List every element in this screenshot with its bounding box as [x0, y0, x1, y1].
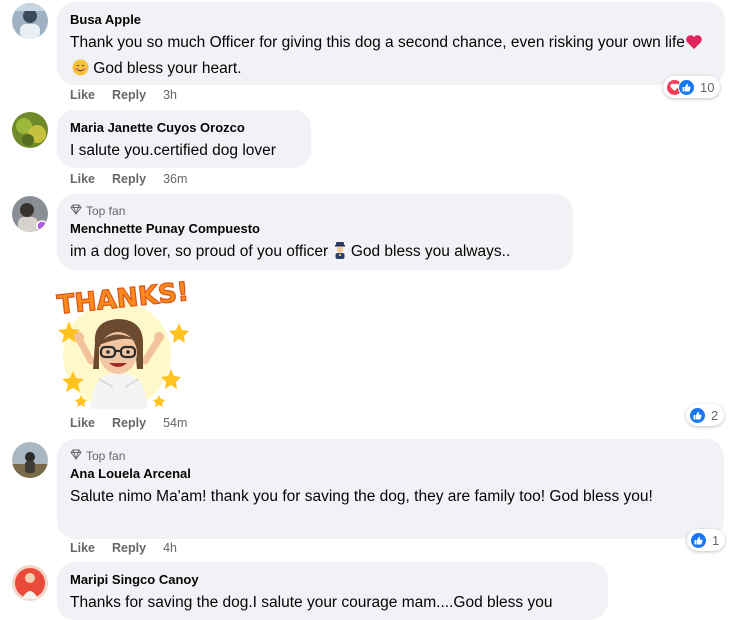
top-fan-badge: Top fan [70, 203, 560, 219]
comment-bubble: Maria Janette Cuyos Orozco I salute you.… [57, 110, 311, 168]
badge-label: Top fan [86, 449, 126, 463]
comment-author[interactable]: Menchnette Punay Compuesto [70, 220, 560, 238]
comment-actions: Like Reply 3h [70, 87, 177, 103]
comment-actions: Like Reply 4h [70, 540, 177, 556]
diamond-icon [70, 448, 82, 464]
avatar[interactable] [12, 442, 48, 478]
reply-button[interactable]: Reply [112, 415, 146, 431]
like-icon [689, 406, 706, 424]
avatar[interactable] [12, 565, 48, 601]
reply-button[interactable]: Reply [112, 540, 146, 556]
police-officer-icon [333, 241, 347, 266]
top-fan-badge: Top fan [70, 448, 711, 464]
comment-actions: Like Reply 36m [70, 171, 187, 187]
comment-text: Salute nimo Ma'am! thank you for saving … [70, 488, 653, 505]
like-button[interactable]: Like [70, 171, 95, 187]
comment-text-part: Thank you so much Officer for giving thi… [70, 34, 685, 51]
comment-time[interactable]: 4h [163, 540, 177, 556]
smiling-face-icon [72, 59, 89, 83]
comment-text: Thank you so much Officer for giving thi… [70, 31, 712, 83]
comment-bubble: Maripi Singco Canoy Thanks for saving th… [57, 562, 608, 620]
comment-time[interactable]: 3h [163, 87, 177, 103]
reaction-count: 10 [700, 79, 715, 95]
comment-time[interactable]: 54m [163, 415, 187, 431]
reaction-count: 1 [712, 532, 720, 548]
comment-text-part: im a dog lover, so proud of you officer [70, 243, 329, 260]
avatar[interactable] [12, 3, 48, 39]
comment-actions: Like Reply 54m [70, 415, 187, 431]
comment-bubble: Top fan Menchnette Punay Compuesto im a … [57, 194, 573, 270]
like-button[interactable]: Like [70, 87, 95, 103]
comment-author[interactable]: Ana Louela Arcenal [70, 465, 711, 483]
avatar[interactable] [12, 196, 48, 232]
reaction-summary[interactable]: 1 [687, 529, 726, 551]
thanks-sticker[interactable]: THANKS! [55, 277, 195, 409]
comment-text: Thanks for saving the dog.I salute your … [70, 594, 553, 611]
like-button[interactable]: Like [70, 540, 95, 556]
reply-button[interactable]: Reply [112, 87, 146, 103]
like-icon [690, 531, 707, 549]
comment-author[interactable]: Maria Janette Cuyos Orozco [70, 119, 298, 137]
comment-author[interactable]: Maripi Singco Canoy [70, 571, 595, 589]
red-heart-icon [685, 34, 703, 57]
comment-text: im a dog lover, so proud of you officer … [70, 240, 560, 266]
avatar[interactable] [12, 112, 48, 148]
comment-time[interactable]: 36m [163, 171, 187, 187]
comment-text-part: God bless you always.. [346, 243, 511, 260]
comment-text: I salute you.certified dog lover [70, 142, 276, 159]
comment-author[interactable]: Busa Apple [70, 11, 712, 29]
reaction-summary[interactable]: 2 [686, 404, 725, 426]
comment-bubble: Busa Apple Thank you so much Officer for… [57, 2, 725, 85]
reaction-summary[interactable]: 10 [663, 76, 721, 98]
comment-bubble: Top fan Ana Louela Arcenal Salute nimo M… [57, 439, 724, 539]
like-icon [678, 78, 695, 96]
comment-text-part: God bless your heart. [89, 60, 242, 77]
like-button[interactable]: Like [70, 415, 95, 431]
diamond-icon [70, 203, 82, 219]
badge-label: Top fan [86, 204, 126, 218]
reply-button[interactable]: Reply [112, 171, 146, 187]
reaction-count: 2 [711, 407, 719, 423]
